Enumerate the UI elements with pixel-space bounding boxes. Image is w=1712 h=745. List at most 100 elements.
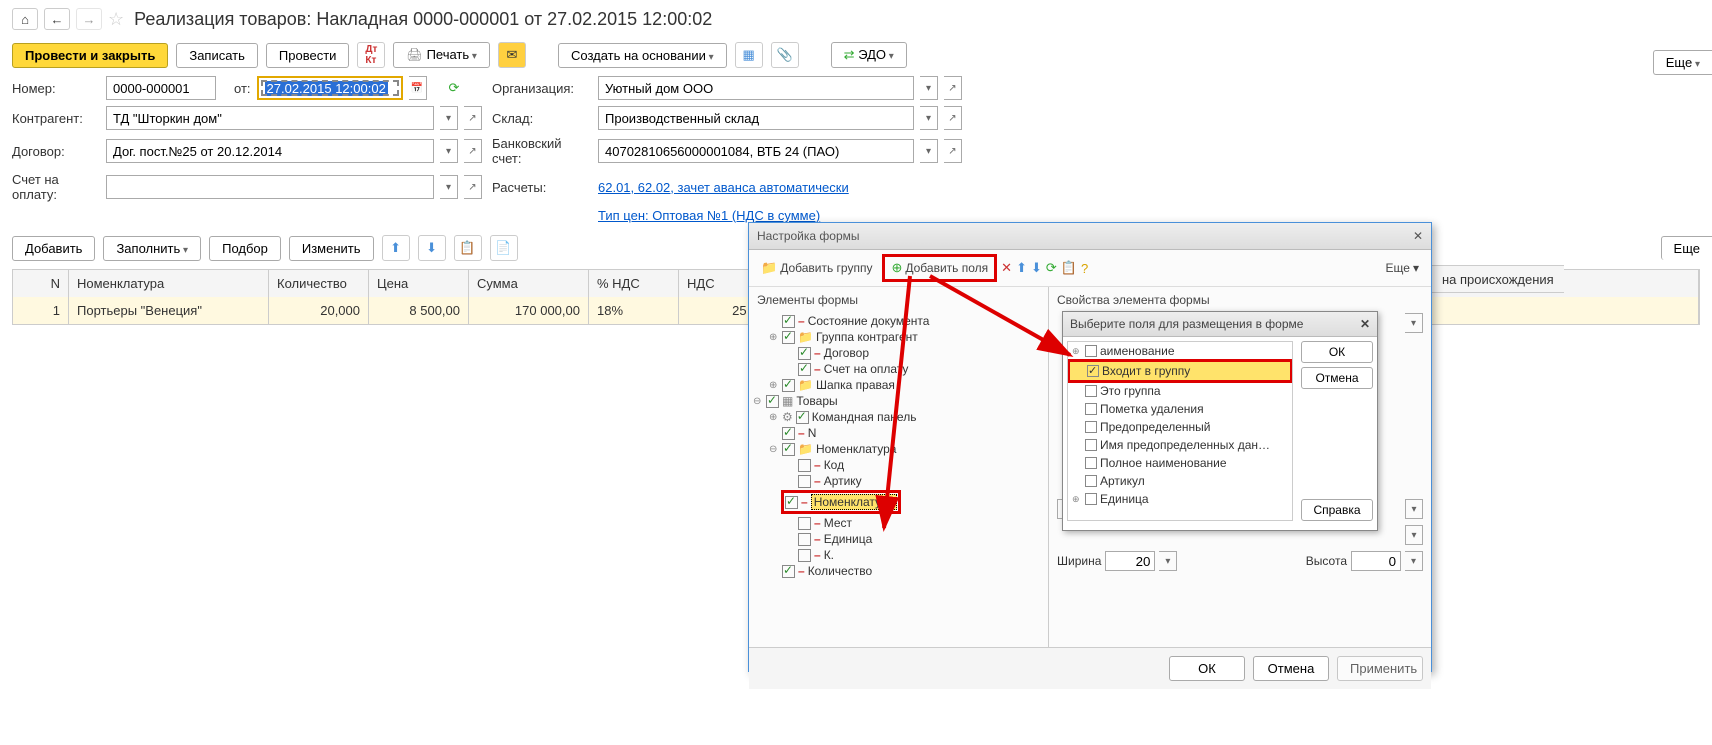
open-icon[interactable]: ↗ (944, 76, 962, 100)
stepper-icon[interactable]: ▾ (1405, 551, 1423, 571)
list-item[interactable]: Имя предопределенных дан… (1068, 436, 1292, 454)
dropdown-icon[interactable]: ▾ (920, 106, 938, 130)
refresh-icon[interactable]: ⟳ (1046, 260, 1057, 276)
tree-item[interactable]: –Счет на оплату (769, 361, 1044, 377)
move-down-icon[interactable]: ⬇ (1031, 260, 1042, 276)
tree-item[interactable]: ⊕📁Группа контрагент (769, 329, 1044, 345)
add-group-button[interactable]: 📁Добавить группу (755, 257, 878, 279)
tree-item[interactable]: ⊖📁Номенклатура (753, 441, 1044, 457)
tree-item[interactable]: –Код (753, 457, 1044, 473)
pick-button[interactable]: Подбор (209, 236, 281, 261)
tree-item[interactable]: –Артику (753, 473, 1044, 489)
add-row-button[interactable]: Добавить (12, 236, 95, 261)
dropdown-icon[interactable]: ▾ (1405, 313, 1423, 333)
close-icon[interactable]: ✕ (1360, 317, 1370, 331)
copy-icon[interactable]: 📋 (454, 235, 482, 261)
dropdown-icon[interactable]: ▾ (440, 175, 458, 199)
paste-icon[interactable]: 📄 (490, 235, 518, 261)
contragent-input[interactable] (106, 106, 434, 130)
tree-item[interactable]: ⊕📁Шапка правая (769, 377, 1044, 393)
dropdown-icon[interactable]: ▾ (440, 139, 458, 163)
favorite-icon[interactable]: ☆ (108, 9, 124, 30)
col-vat-pct: % НДС (589, 270, 679, 297)
ok-button[interactable]: ОК (1169, 656, 1245, 681)
repeat-icon[interactable]: ⟳ (449, 80, 460, 96)
tree-item[interactable]: ⊖▦Товары (753, 393, 1044, 409)
dropdown-icon[interactable]: ▾ (1405, 525, 1423, 545)
list-item[interactable]: ⊕Единица (1068, 490, 1292, 508)
edo-button[interactable]: ⇄ ЭДО (831, 42, 907, 68)
ok-button[interactable]: ОК (1301, 341, 1373, 363)
col-origin: на происхождения (1432, 265, 1564, 293)
add-fields-button[interactable]: ⊕Добавить поля (885, 257, 994, 279)
dropdown-icon[interactable]: ▾ (440, 106, 458, 130)
help-icon[interactable]: ? (1081, 261, 1088, 276)
print-button[interactable]: 🖨 Печать (393, 42, 490, 68)
dtkt-icon[interactable]: ДтКт (357, 42, 385, 68)
list-item[interactable]: Пометка удаления (1068, 400, 1292, 418)
help-button[interactable]: Справка (1301, 499, 1373, 521)
tree-item[interactable]: –Договор (769, 345, 1044, 361)
copy-icon[interactable]: 📋 (1061, 260, 1077, 276)
tree-item[interactable]: –N (753, 425, 1044, 441)
calc-link[interactable]: 62.01, 62.02, зачет аванса автоматически (598, 180, 849, 195)
stepper-icon[interactable]: ▾ (1159, 551, 1177, 571)
tree-item-selected[interactable]: –Номенклатура (753, 489, 1044, 515)
mail-icon[interactable]: ✉ (498, 42, 526, 68)
invoice-label: Счет на оплату: (12, 172, 100, 202)
cancel-button[interactable]: Отмена (1253, 656, 1329, 681)
back-icon[interactable]: ← (44, 8, 70, 30)
close-icon[interactable]: ✕ (1413, 229, 1423, 243)
more-button-top[interactable]: Еще (1653, 50, 1712, 75)
open-icon[interactable]: ↗ (464, 139, 482, 163)
open-icon[interactable]: ↗ (464, 106, 482, 130)
save-button[interactable]: Записать (176, 43, 258, 68)
move-up-icon[interactable]: ⬆ (1016, 260, 1027, 276)
list-item[interactable]: Полное наименование (1068, 454, 1292, 472)
list-item[interactable]: Это группа (1068, 382, 1292, 400)
move-down-icon[interactable]: ⬇ (418, 235, 446, 261)
create-based-button[interactable]: Создать на основании (558, 43, 727, 68)
tree-item[interactable]: –Единица (753, 531, 1044, 547)
move-up-icon[interactable]: ⬆ (382, 235, 410, 261)
field-list[interactable]: ⊕аименование Входит в группу Это группа … (1067, 341, 1293, 521)
tree-item[interactable]: –Мест (753, 515, 1044, 531)
list-item-selected[interactable]: Входит в группу (1070, 362, 1290, 380)
width-input[interactable] (1105, 551, 1155, 571)
apply-button[interactable]: Применить (1337, 656, 1423, 681)
post-and-close-button[interactable]: Провести и закрыть (12, 43, 168, 68)
list-item[interactable]: Артикул (1068, 472, 1292, 490)
dropdown-icon[interactable]: ▾ (1405, 499, 1423, 519)
height-input[interactable] (1351, 551, 1401, 571)
tree-item[interactable]: –К. (753, 547, 1044, 563)
list-item[interactable]: ⊕аименование (1068, 342, 1292, 360)
tree-item[interactable]: –Количество (753, 563, 1044, 579)
bank-input[interactable] (598, 139, 914, 163)
list-item[interactable]: Предопределенный (1068, 418, 1292, 436)
open-icon[interactable]: ↗ (944, 106, 962, 130)
post-button[interactable]: Провести (266, 43, 350, 68)
open-icon[interactable]: ↗ (464, 175, 482, 199)
warehouse-input[interactable] (598, 106, 914, 130)
attach-icon[interactable]: 📎 (771, 42, 799, 68)
doc-icon[interactable]: ▦ (735, 42, 763, 68)
contract-input[interactable] (106, 139, 434, 163)
calendar-icon[interactable]: 📅 (409, 76, 427, 100)
more-button[interactable]: Еще ▾ (1380, 258, 1425, 278)
fill-button[interactable]: Заполнить (103, 236, 201, 261)
dropdown-icon[interactable]: ▾ (920, 76, 938, 100)
cancel-button[interactable]: Отмена (1301, 367, 1373, 389)
delete-icon[interactable]: ✕ (1001, 260, 1012, 276)
number-input[interactable] (106, 76, 216, 100)
dropdown-icon[interactable]: ▾ (920, 139, 938, 163)
tree-item[interactable]: ⊕⚙Командная панель (753, 409, 1044, 425)
price-type-link[interactable]: Тип цен: Оптовая №1 (НДС в сумме) (598, 208, 820, 223)
org-input[interactable] (598, 76, 914, 100)
more-button-tab[interactable]: Еще (1661, 236, 1712, 260)
date-input[interactable]: 27.02.2015 12:00:02 (265, 81, 388, 96)
edit-button[interactable]: Изменить (289, 236, 374, 261)
tree-item[interactable]: –Состояние документа (769, 313, 1044, 329)
home-icon[interactable]: ⌂ (12, 8, 38, 30)
invoice-input[interactable] (106, 175, 434, 199)
open-icon[interactable]: ↗ (944, 139, 962, 163)
